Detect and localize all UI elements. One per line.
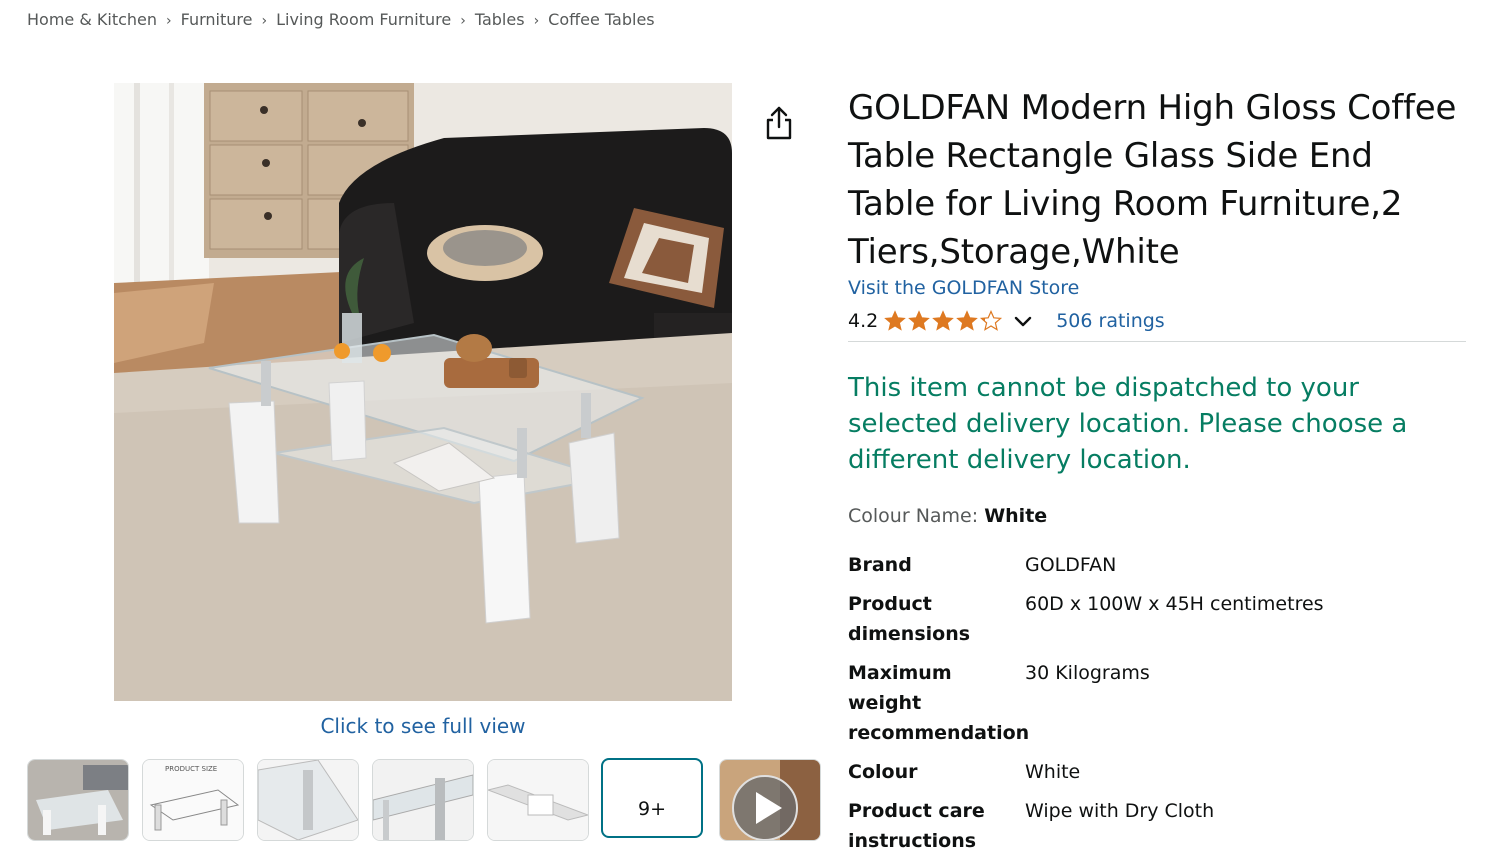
breadcrumb-coffee-tables[interactable]: Coffee Tables: [548, 10, 654, 29]
product-specs-table: Brand GOLDFAN Product dimensions 60D x 1…: [848, 550, 1324, 865]
thumbnail-5[interactable]: [487, 759, 589, 841]
star-rating[interactable]: [884, 310, 1004, 332]
breadcrumb-separator: ›: [460, 13, 466, 29]
breadcrumb-separator: ›: [166, 13, 172, 29]
breadcrumb-separator: ›: [533, 13, 540, 29]
spec-value: White: [1025, 761, 1081, 783]
colour-name-value: White: [984, 505, 1048, 527]
more-images-count: 9+: [637, 798, 666, 820]
store-link[interactable]: Visit the GOLDFAN Store: [848, 277, 1079, 299]
thumbnail-3[interactable]: [257, 759, 359, 841]
thumbnail-2[interactable]: PRODUCT SIZE: [142, 759, 244, 841]
chevron-down-icon[interactable]: [1012, 310, 1034, 332]
divider: [848, 341, 1466, 342]
spec-row-max-weight: Maximum weight recommendation 30 Kilogra…: [848, 658, 1324, 748]
breadcrumb-home-kitchen[interactable]: Home & Kitchen: [27, 10, 157, 29]
spec-row-dimensions: Product dimensions 60D x 100W x 45H cent…: [848, 589, 1324, 649]
main-product-image[interactable]: [114, 83, 732, 701]
spec-row-care: Product care instructions Wipe with Dry …: [848, 796, 1324, 856]
breadcrumb-tables[interactable]: Tables: [475, 10, 525, 29]
breadcrumb: Home & Kitchen › Furniture › Living Room Fur…: [27, 10, 655, 29]
spec-key: Brand: [848, 554, 912, 576]
spec-value: 60D x 100W x 45H centimetres: [1025, 593, 1324, 615]
breadcrumb-living-room-furniture[interactable]: Living Room Furniture: [276, 10, 451, 29]
click-full-view-link[interactable]: Click to see full view: [114, 714, 732, 738]
rating-value: 4.2: [848, 310, 879, 332]
spec-key: Product dimensions: [848, 593, 971, 645]
product-title: GOLDFAN Modern High Gloss Coffee Table R…: [848, 88, 1457, 272]
spec-value: Wipe with Dry Cloth: [1025, 800, 1215, 822]
spec-key: Colour: [848, 761, 918, 783]
thumbnail-1[interactable]: [27, 759, 129, 841]
spec-key: Product care instructions: [848, 800, 985, 852]
colour-name-row: Colour Name: White: [848, 505, 1047, 527]
spec-key: Maximum weight recommendation: [848, 662, 1030, 744]
breadcrumb-furniture[interactable]: Furniture: [181, 10, 253, 29]
colour-name-label: Colour Name:: [848, 505, 979, 527]
spec-row-brand: Brand GOLDFAN: [848, 550, 1324, 580]
breadcrumb-separator: ›: [261, 13, 268, 29]
thumbnail-more-button[interactable]: 9+: [601, 758, 703, 838]
svg-text:PRODUCT SIZE: PRODUCT SIZE: [165, 765, 217, 773]
spec-value: GOLDFAN: [1025, 554, 1117, 576]
ratings-count-link[interactable]: 506 ratings: [1056, 310, 1165, 332]
thumbnail-4[interactable]: [372, 759, 474, 841]
spec-value: 30 Kilograms: [1025, 662, 1150, 684]
rating-row: 4.2 506 ratings: [848, 310, 1165, 332]
dispatch-message: This item cannot be dispatched to your s…: [848, 373, 1408, 475]
thumbnail-video[interactable]: [719, 759, 821, 841]
product-scene-illustration: [114, 83, 732, 701]
spec-row-colour: Colour White: [848, 757, 1324, 787]
share-icon[interactable]: [762, 105, 796, 141]
